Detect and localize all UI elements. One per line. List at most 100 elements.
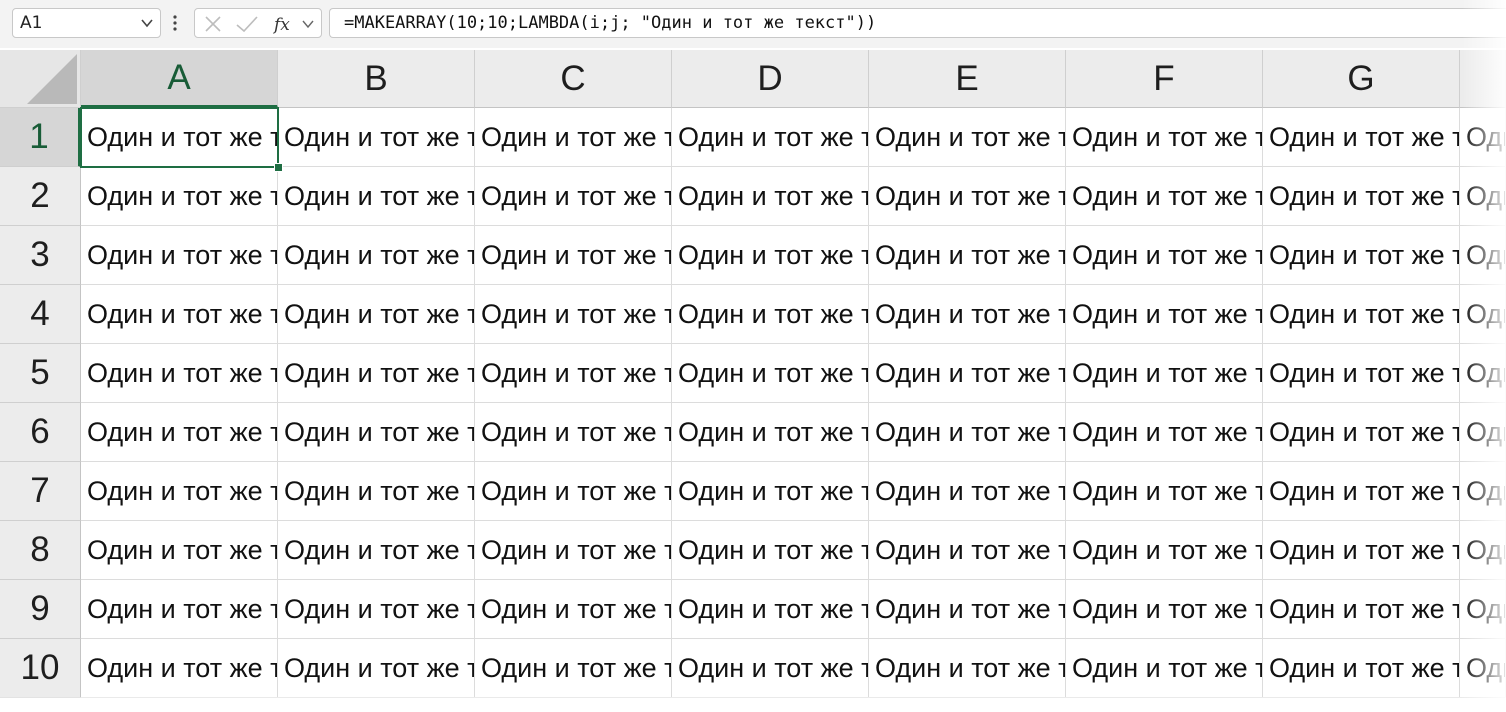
cell-d10[interactable]: Один и тот же текст	[672, 639, 869, 698]
row-header-2[interactable]: 2	[0, 167, 81, 226]
cell-d4[interactable]: Один и тот же текст	[672, 285, 869, 344]
cell-b8[interactable]: Один и тот же текст	[278, 521, 475, 580]
cell-g1[interactable]: Один и тот же текст	[1263, 108, 1460, 167]
cell-e9[interactable]: Один и тот же текст	[869, 580, 1066, 639]
cell-a9[interactable]: Один и тот же текст	[81, 580, 278, 639]
cell-c7[interactable]: Один и тот же текст	[475, 462, 672, 521]
cell-c9[interactable]: Один и тот же текст	[475, 580, 672, 639]
cell-b9[interactable]: Один и тот же текст	[278, 580, 475, 639]
cell-f3[interactable]: Один и тот же текст	[1066, 226, 1263, 285]
fill-handle[interactable]	[274, 163, 283, 172]
cell-d7[interactable]: Один и тот же текст	[672, 462, 869, 521]
cell-h1[interactable]: Один и тот же текст	[1460, 108, 1506, 167]
cell-a6[interactable]: Один и тот же текст	[81, 403, 278, 462]
function-icon[interactable]: fx	[273, 14, 297, 34]
row-header-7[interactable]: 7	[0, 462, 81, 521]
cell-c2[interactable]: Один и тот же текст	[475, 167, 672, 226]
cell-c5[interactable]: Один и тот же текст	[475, 344, 672, 403]
cell-c3[interactable]: Один и тот же текст	[475, 226, 672, 285]
row-header-10[interactable]: 10	[0, 639, 81, 698]
cell-e8[interactable]: Один и тот же текст	[869, 521, 1066, 580]
cell-d9[interactable]: Один и тот же текст	[672, 580, 869, 639]
cell-g8[interactable]: Один и тот же текст	[1263, 521, 1460, 580]
cell-d3[interactable]: Один и тот же текст	[672, 226, 869, 285]
row-header-8[interactable]: 8	[0, 521, 81, 580]
row-header-3[interactable]: 3	[0, 226, 81, 285]
cell-d5[interactable]: Один и тот же текст	[672, 344, 869, 403]
cell-g3[interactable]: Один и тот же текст	[1263, 226, 1460, 285]
cell-a5[interactable]: Один и тот же текст	[81, 344, 278, 403]
cell-g9[interactable]: Один и тот же текст	[1263, 580, 1460, 639]
row-header-1[interactable]: 1	[0, 108, 81, 167]
cell-f10[interactable]: Один и тот же текст	[1066, 639, 1263, 698]
cell-h5[interactable]: Один и тот же текст	[1460, 344, 1506, 403]
enter-icon[interactable]	[235, 14, 259, 34]
cell-b7[interactable]: Один и тот же текст	[278, 462, 475, 521]
cell-e7[interactable]: Один и тот же текст	[869, 462, 1066, 521]
cell-d1[interactable]: Один и тот же текст	[672, 108, 869, 167]
more-options-icon[interactable]	[171, 14, 179, 32]
chevron-down-icon[interactable]	[301, 17, 315, 31]
cell-b5[interactable]: Один и тот же текст	[278, 344, 475, 403]
column-header-partial[interactable]	[1460, 50, 1506, 108]
cell-f1[interactable]: Один и тот же текст	[1066, 108, 1263, 167]
chevron-down-icon[interactable]	[140, 16, 154, 30]
column-header-c[interactable]: C	[475, 50, 672, 108]
cell-g6[interactable]: Один и тот же текст	[1263, 403, 1460, 462]
select-all-button[interactable]	[0, 50, 81, 108]
column-header-f[interactable]: F	[1066, 50, 1263, 108]
row-header-5[interactable]: 5	[0, 344, 81, 403]
cell-e2[interactable]: Один и тот же текст	[869, 167, 1066, 226]
cell-a2[interactable]: Один и тот же текст	[81, 167, 278, 226]
cell-f6[interactable]: Один и тот же текст	[1066, 403, 1263, 462]
cell-c6[interactable]: Один и тот же текст	[475, 403, 672, 462]
cell-c1[interactable]: Один и тот же текст	[475, 108, 672, 167]
cancel-icon[interactable]	[203, 14, 223, 34]
row-header-9[interactable]: 9	[0, 580, 81, 639]
formula-input[interactable]: =MAKEARRAY(10;10;LAMBDA(i;j; "Один и тот…	[329, 8, 1506, 38]
cell-a7[interactable]: Один и тот же текст	[81, 462, 278, 521]
cell-f8[interactable]: Один и тот же текст	[1066, 521, 1263, 580]
cell-g7[interactable]: Один и тот же текст	[1263, 462, 1460, 521]
row-header-6[interactable]: 6	[0, 403, 81, 462]
cell-e6[interactable]: Один и тот же текст	[869, 403, 1066, 462]
cell-b6[interactable]: Один и тот же текст	[278, 403, 475, 462]
cell-d6[interactable]: Один и тот же текст	[672, 403, 869, 462]
column-header-b[interactable]: B	[278, 50, 475, 108]
cell-f4[interactable]: Один и тот же текст	[1066, 285, 1263, 344]
cell-b2[interactable]: Один и тот же текст	[278, 167, 475, 226]
cell-f7[interactable]: Один и тот же текст	[1066, 462, 1263, 521]
cell-a8[interactable]: Один и тот же текст	[81, 521, 278, 580]
cell-h8[interactable]: Один и тот же текст	[1460, 521, 1506, 580]
cell-b10[interactable]: Один и тот же текст	[278, 639, 475, 698]
column-header-d[interactable]: D	[672, 50, 869, 108]
cell-a4[interactable]: Один и тот же текст	[81, 285, 278, 344]
cell-b1[interactable]: Один и тот же текст	[278, 108, 475, 167]
cell-c10[interactable]: Один и тот же текст	[475, 639, 672, 698]
cell-g4[interactable]: Один и тот же текст	[1263, 285, 1460, 344]
cell-g10[interactable]: Один и тот же текст	[1263, 639, 1460, 698]
cell-e10[interactable]: Один и тот же текст	[869, 639, 1066, 698]
cell-h10[interactable]: Один и тот же текст	[1460, 639, 1506, 698]
cell-d2[interactable]: Один и тот же текст	[672, 167, 869, 226]
cell-c4[interactable]: Один и тот же текст	[475, 285, 672, 344]
cell-h9[interactable]: Один и тот же текст	[1460, 580, 1506, 639]
cell-h4[interactable]: Один и тот же текст	[1460, 285, 1506, 344]
cell-g5[interactable]: Один и тот же текст	[1263, 344, 1460, 403]
cell-f9[interactable]: Один и тот же текст	[1066, 580, 1263, 639]
cell-e3[interactable]: Один и тот же текст	[869, 226, 1066, 285]
cell-f5[interactable]: Один и тот же текст	[1066, 344, 1263, 403]
cell-h6[interactable]: Один и тот же текст	[1460, 403, 1506, 462]
cell-h3[interactable]: Один и тот же текст	[1460, 226, 1506, 285]
row-header-4[interactable]: 4	[0, 285, 81, 344]
column-header-e[interactable]: E	[869, 50, 1066, 108]
cell-e1[interactable]: Один и тот же текст	[869, 108, 1066, 167]
cell-h7[interactable]: Один и тот же текст	[1460, 462, 1506, 521]
cell-g2[interactable]: Один и тот же текст	[1263, 167, 1460, 226]
cell-e4[interactable]: Один и тот же текст	[869, 285, 1066, 344]
cell-a3[interactable]: Один и тот же текст	[81, 226, 278, 285]
cell-b4[interactable]: Один и тот же текст	[278, 285, 475, 344]
name-box[interactable]: A1	[12, 8, 161, 38]
cell-c8[interactable]: Один и тот же текст	[475, 521, 672, 580]
cell-a1[interactable]: Один и тот же текст	[81, 108, 278, 167]
